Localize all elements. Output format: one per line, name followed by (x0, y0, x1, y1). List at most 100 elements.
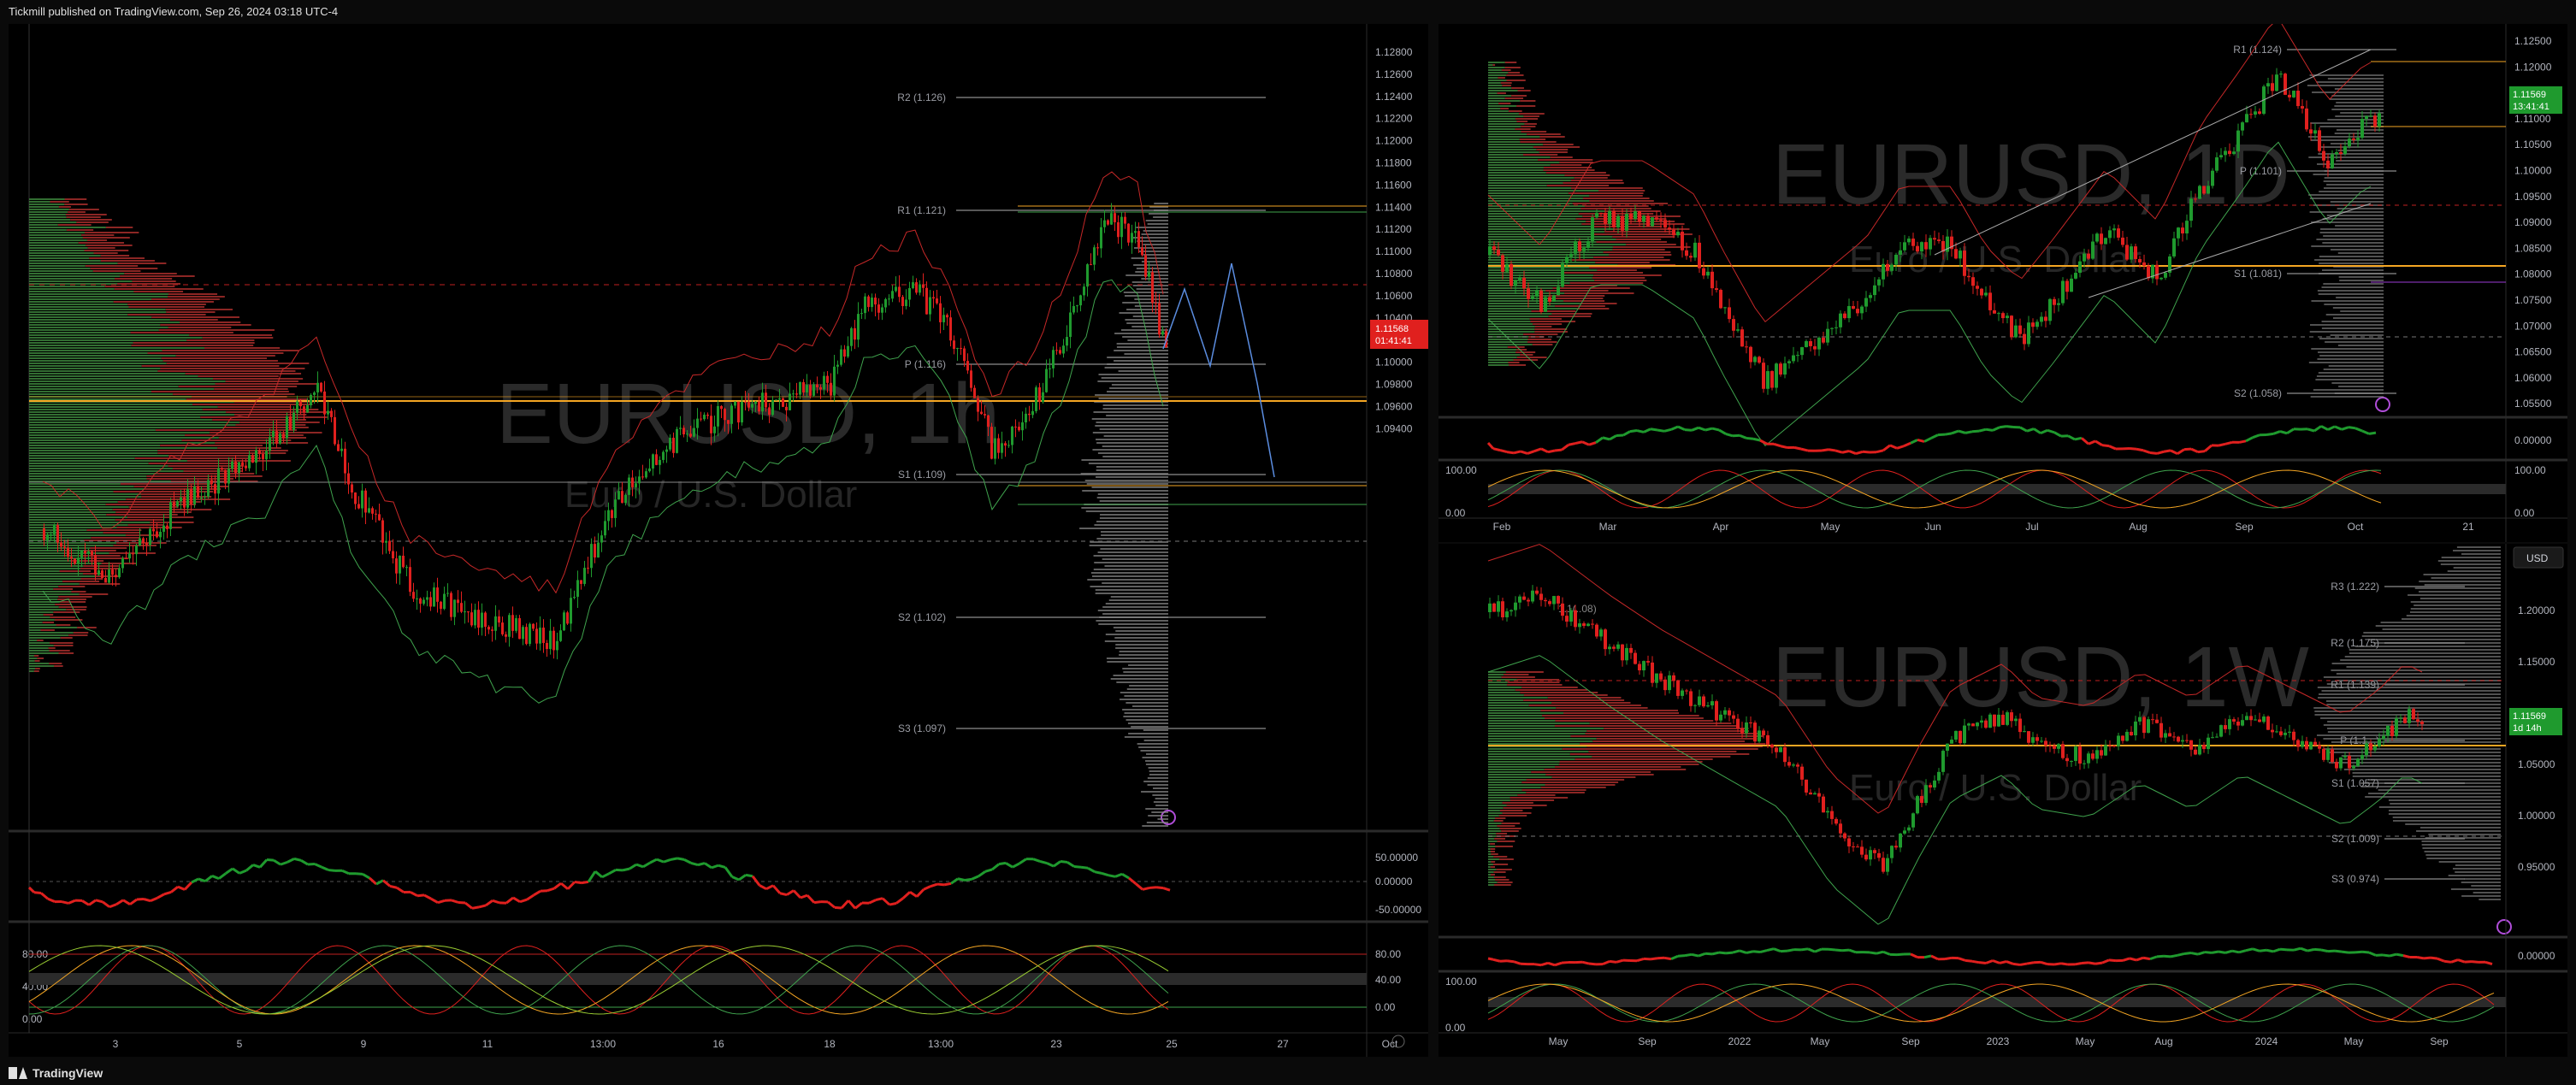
osc1-tick-label: 0.00000 (1375, 876, 1413, 887)
time-tick-label: Jul (2025, 521, 2038, 533)
chart-1h-canvas[interactable]: EURUSD, 1h Euro / U.S. Dollar 1.128001.1… (9, 24, 1428, 1057)
publish-text: Tickmill published on TradingView.com, S… (9, 5, 339, 18)
osc1-tick-label: 0.00000 (2514, 434, 2552, 446)
time-tick-label: Apr (1713, 521, 1729, 533)
chart-pane-1h[interactable]: EURUSD, 1h Euro / U.S. Dollar 1.12800 1.1… (9, 24, 1428, 1057)
price-tick-label: 1.10000 (2514, 165, 2552, 177)
osc2-left-tick-label: 100.00 (1445, 976, 1477, 988)
price-tick-label: 1.09800 (1375, 379, 1413, 391)
time-tick-label: 13:00 (928, 1038, 954, 1050)
oscillator-1 (1486, 425, 2377, 456)
time-tick-label: 2024 (2255, 1035, 2278, 1047)
price-tick-label: 1.11600 (1375, 179, 1412, 191)
osc2-tick-label: 80.00 (1375, 948, 1401, 960)
price-badge: 1.11569 1d 14h (2509, 708, 2562, 735)
osc2-left-tick-label: 0.00 (22, 1013, 43, 1025)
price-tick-label: 1.10600 (1375, 290, 1413, 302)
price-tick-label: 1.09400 (1375, 422, 1413, 434)
price-axis[interactable]: 1.12800 1.12600 1.12400 1.12200 1.12000 1.118… (1375, 46, 1413, 434)
time-tick-label: Sep (1638, 1035, 1657, 1047)
alert-icon[interactable] (2375, 397, 2390, 412)
price-tick-label: 1.08500 (2514, 242, 2552, 254)
time-tick-label: Oct (1382, 1038, 1398, 1050)
time-tick-label: 3 (113, 1038, 119, 1050)
chart-1w-canvas[interactable]: EURUSD, 1W Euro / U.S. Dollar 1.20000 1.1… (1439, 544, 2567, 1057)
time-tick-label: 2022 (1728, 1035, 1752, 1047)
tradingview-logo[interactable]: TradingView (9, 1066, 103, 1080)
price-badge-value: 1.11568 (1375, 324, 1409, 334)
currency-button-label: USD (2526, 552, 2549, 564)
volume-profile-right (2307, 74, 2384, 398)
price-tick-label: 1.05000 (2518, 758, 2555, 770)
time-tick-label: 27 (1277, 1038, 1289, 1050)
candlesticks (1488, 68, 2381, 395)
time-tick-label: 23 (1050, 1038, 1062, 1050)
price-tick-label: 1.12000 (2514, 61, 2552, 73)
price-tick-label: 0.95000 (2518, 861, 2555, 873)
price-badge-timer: 13:41:41 (2513, 102, 2549, 112)
pivot-label: R2 (1.126) (897, 91, 946, 103)
time-tick-label: May (1549, 1035, 1569, 1047)
time-tick-label: 11 (482, 1038, 493, 1050)
price-tick-label: 1.10500 (2514, 139, 2552, 150)
price-badge: 1.11568 01:41:41 (1370, 320, 1428, 349)
time-tick-label: 25 (1166, 1038, 1178, 1050)
alert-icon[interactable] (2496, 919, 2512, 935)
price-axis[interactable]: 1.200001.150001.100001.050001.000000.950… (2518, 604, 2555, 873)
osc1-tick-label: 0.00000 (2518, 950, 2555, 962)
price-badge-value: 1.11569 (2513, 711, 2546, 722)
time-axis[interactable]: 3 5 9 11 13:00 16 18 13:00 23 25 27 Oct (113, 1038, 1398, 1050)
osc2-tick-label: 100.00 (2514, 464, 2546, 476)
price-tick-label: 1.12600 (1375, 68, 1413, 80)
volume-profile-left (1488, 671, 1766, 886)
price-tick-label: 1.08000 (2514, 268, 2552, 280)
chart-pane-1w[interactable]: EURUSD, 1W Euro / U.S. Dollar 1.20000 1.1… (1439, 544, 2567, 1057)
chart-pane-1d[interactable]: EURUSD, 1D Euro / U.S. Dollar 1.12500 1.1… (1439, 24, 2567, 542)
pivot-label: S2 (1.058) (2234, 387, 2282, 399)
chart-1d-canvas[interactable]: EURUSD, 1D Euro / U.S. Dollar 1.125001.1… (1439, 24, 2567, 542)
price-badge: 1.11569 13:41:41 (2509, 86, 2562, 114)
time-tick-label: 5 (237, 1038, 243, 1050)
osc1-tick-label: -50.00000 (1375, 904, 1421, 916)
price-tick-label: 1.12800 (1375, 46, 1413, 58)
price-tick-label: 1.12200 (1375, 113, 1413, 125)
pivot-label: S2 (1.102) (898, 611, 946, 623)
price-badge-timer: 01:41:41 (1375, 336, 1412, 346)
osc2-left-tick-label: 0.00 (1445, 1022, 1466, 1034)
time-tick-label: Sep (2235, 521, 2254, 533)
time-tick-label: May (2344, 1035, 2364, 1047)
price-tick-label: 1.05500 (2514, 398, 2552, 410)
watermark-description: Euro / U.S. Dollar (1849, 239, 2142, 280)
price-badge-timer: 1d 14h (2513, 723, 2542, 734)
publish-header: Tickmill published on TradingView.com, S… (0, 0, 2576, 22)
price-tick-label: 1.11400 (1375, 201, 1412, 213)
time-tick-label: 9 (361, 1038, 367, 1050)
pivot-label: P (1.101) (2240, 165, 2282, 177)
price-tick-label: 1.10800 (1375, 268, 1413, 280)
time-tick-label: 16 (712, 1038, 724, 1050)
time-axis[interactable]: Feb Mar Apr May Jun Jul Aug Sep Oct 21 (1493, 521, 2474, 533)
osc2-tick-label: 0.00 (1375, 1001, 1396, 1013)
price-tick-label: 1.11000 (2514, 113, 2551, 125)
watermark-symbol: EURUSD, 1W (1772, 629, 2309, 725)
time-tick-label: Sep (1901, 1035, 1920, 1047)
time-tick-label: 2023 (1987, 1035, 2010, 1047)
time-axis[interactable]: May Sep 2022 May Sep 2023 May Aug 2024 May Sep (1549, 1035, 2449, 1047)
time-tick-label: 18 (824, 1038, 836, 1050)
time-tick-label: Aug (2154, 1035, 2172, 1047)
volume-profile-left (1488, 62, 1693, 366)
pivot-label: R1 (1.124) (2233, 44, 2282, 56)
pivot-label: S3 (1.097) (898, 722, 946, 734)
price-badge-value: 1.11569 (2513, 90, 2546, 100)
pivot-label: S3 (0.974) (2331, 873, 2379, 885)
time-tick-label: 13:00 (590, 1038, 616, 1050)
time-tick-label: Sep (2430, 1035, 2449, 1047)
price-tick-label: 1.12500 (2514, 35, 2552, 47)
oscillator-1 (1487, 946, 2493, 967)
pivot-label: S1 (1.081) (2234, 268, 2282, 280)
price-tick-label: 1.10000 (1375, 357, 1413, 369)
time-tick-label: Feb (1493, 521, 1511, 533)
oscillator-2-axis: 80.00 40.00 0.00 (1375, 948, 1401, 1013)
price-tick-label: 1.11800 (1375, 157, 1412, 169)
oscillator-2 (1487, 983, 2506, 1023)
